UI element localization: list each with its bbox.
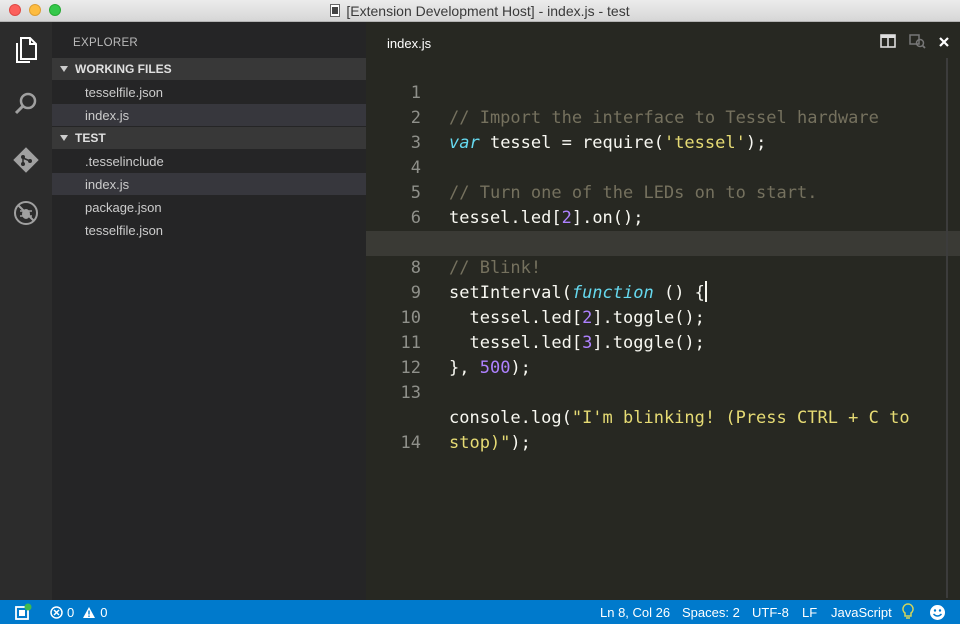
search-icon[interactable] [12,90,40,118]
editor-actions [880,33,950,54]
folder-file-item[interactable]: tesselfile.json [52,219,366,241]
working-files-header[interactable]: WORKING FILES [52,58,366,80]
problems-indicator[interactable]: 0 0 [50,600,107,624]
code-line: 4 // Turn one of the LEDs on to start. [366,131,960,203]
zoom-window-button[interactable] [49,4,61,16]
window-controls [9,4,61,16]
files-icon[interactable] [12,36,40,64]
code-line: 11 }, 500); [366,306,960,378]
end-of-line[interactable]: LF [802,600,817,624]
git-icon[interactable] [12,146,40,174]
editor[interactable]: index.js 1 // Import the interface to Te… [366,22,960,600]
working-files-label: WORKING FILES [75,62,172,76]
code-token: ); [510,433,531,453]
code-line: 5 tessel.led[2].on(); [366,156,960,228]
error-icon [50,605,63,619]
line-number: 14 [400,433,421,453]
vertical-scrollbar[interactable] [946,58,948,598]
editor-tab-title[interactable]: index.js [387,36,431,51]
chevron-down-icon [60,66,68,72]
code-line-wrapped: stop)"); [366,381,960,453]
code-line: 13 console.log("I'm blinking! (Press CTR… [366,356,960,428]
code-line: 7 // Blink! [366,206,960,278]
code-text: stop)"); [449,431,531,456]
error-count: 0 [67,604,75,620]
document-icon [330,4,341,17]
status-bar: 0 0 Ln 8, Col 26 Spaces: 2 UTF-8 LF Java… [0,600,960,624]
warning-icon [83,606,96,618]
warning-count: 0 [100,604,108,620]
folder-file-item[interactable]: package.json [52,196,366,218]
indentation[interactable]: Spaces: 2 [682,600,740,624]
open-changes-icon[interactable] [908,33,926,54]
activity-bar [0,22,52,600]
code-line: 2 var tessel = require('tessel'); [366,81,960,153]
lightbulb-icon[interactable] [902,600,914,624]
language-mode[interactable]: JavaScript [831,600,892,624]
feedback-icon[interactable] [14,600,32,624]
explorer-title: EXPLORER [73,37,139,49]
code-string: stop)" [449,433,511,453]
code-line: 9 tessel.led[2].toggle(); [366,256,960,328]
current-code-line: 8 setInterval(function () { [366,231,960,303]
encoding[interactable]: UTF-8 [752,600,789,624]
code-line: 3 [366,106,960,153]
code-line: 12 [366,331,960,378]
debug-icon[interactable] [12,199,40,227]
smiley-feedback-icon[interactable] [929,600,946,624]
split-editor-icon[interactable] [880,34,896,53]
window-title-wrap: [Extension Development Host] - index.js … [330,2,630,19]
window-title: [Extension Development Host] - index.js … [346,2,630,19]
close-window-button[interactable] [9,4,21,16]
code-line: 14 [366,406,960,453]
chevron-down-icon [60,135,68,141]
folder-file-item[interactable]: index.js [52,173,366,195]
title-bar: [Extension Development Host] - index.js … [0,0,960,22]
folder-header[interactable]: TEST [52,127,366,149]
minimize-window-button[interactable] [29,4,41,16]
folder-file-item[interactable]: .tesselinclude [52,150,366,172]
cursor-position[interactable]: Ln 8, Col 26 [600,600,670,624]
code-line: 1 // Import the interface to Tessel hard… [366,56,960,128]
code-line: 10 tessel.led[3].toggle(); [366,281,960,353]
folder-label: TEST [75,131,106,145]
explorer-sidebar: EXPLORER WORKING FILES tesselfile.json i… [52,22,366,600]
working-file-item[interactable]: index.js [52,104,366,126]
code-line: 6 [366,181,960,228]
working-file-item[interactable]: tesselfile.json [52,81,366,103]
close-editor-icon[interactable] [938,35,950,53]
